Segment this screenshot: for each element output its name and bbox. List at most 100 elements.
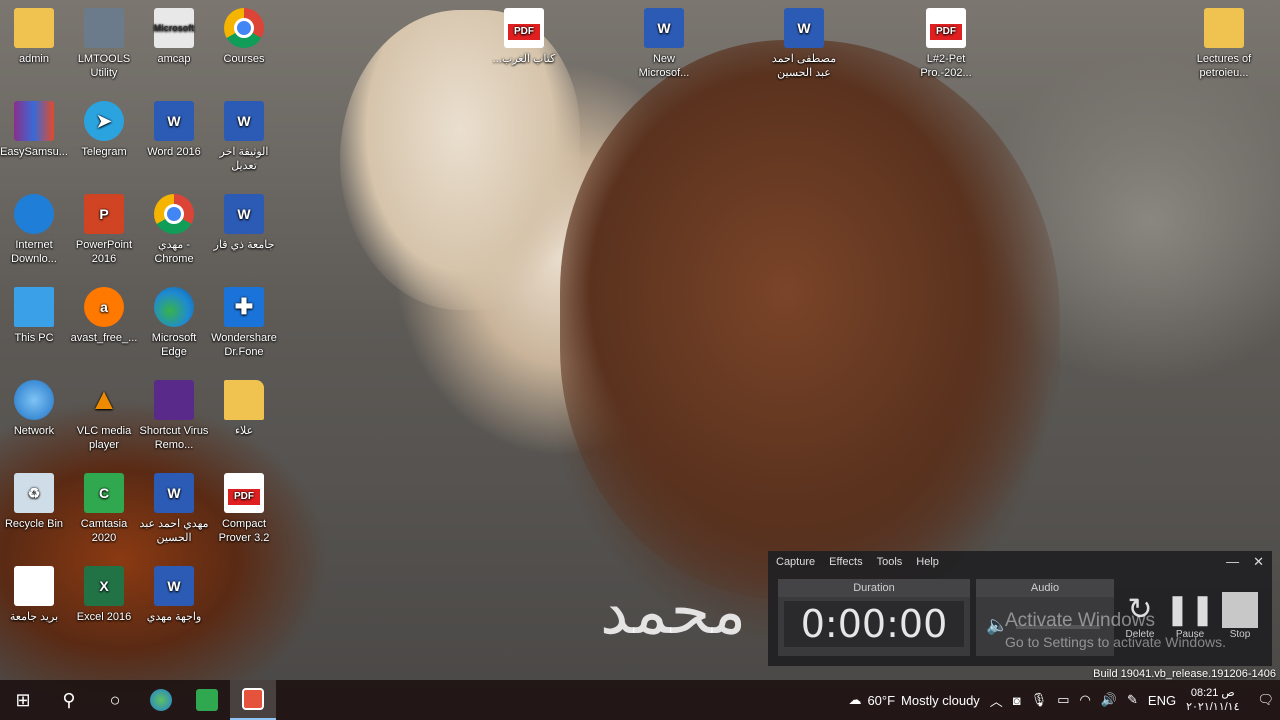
word-icon: W bbox=[154, 473, 194, 513]
wifi-icon[interactable]: ◠ bbox=[1079, 692, 1090, 708]
microphone-icon[interactable]: 🎙 bbox=[1031, 692, 1048, 708]
desktop-icon[interactable]: LMTOOLS Utility bbox=[69, 8, 139, 80]
document-icon bbox=[14, 566, 54, 606]
desktop-icon[interactable]: ▲ VLC media player bbox=[69, 380, 139, 452]
taskbar-recorder[interactable] bbox=[230, 680, 276, 720]
search-icon: ⚲ bbox=[62, 689, 76, 710]
icon-glyph: a bbox=[100, 299, 108, 315]
desktop-icon-label: This PC bbox=[14, 332, 54, 344]
menu-tools[interactable]: Tools bbox=[877, 556, 903, 568]
search-button[interactable]: ⚲ bbox=[46, 680, 92, 720]
drfone-icon: ✚ bbox=[224, 287, 264, 327]
desktop-icon[interactable]: W مهدي احمد عبد الحسين bbox=[139, 473, 209, 545]
notification-icon[interactable]: 🗨 bbox=[1257, 692, 1274, 708]
desktop-icon[interactable]: ...كتاب الغرب bbox=[489, 8, 559, 66]
menu-effects[interactable]: Effects bbox=[829, 556, 862, 568]
icon-glyph: W bbox=[167, 113, 181, 129]
desktop-icon[interactable]: بريد جامعة bbox=[0, 566, 69, 624]
desktop-icon-label: admin bbox=[19, 53, 49, 65]
vlc-icon: ▲ bbox=[84, 380, 124, 420]
taskbar-camtasia[interactable] bbox=[184, 680, 230, 720]
weather-text: Mostly cloudy bbox=[901, 692, 980, 708]
taskbar-internet-download[interactable] bbox=[138, 680, 184, 720]
desktop-icon[interactable]: ➤ Telegram bbox=[69, 101, 139, 159]
desktop-icon[interactable]: ✚ Wondershare Dr.Fone bbox=[209, 287, 279, 359]
recorder-menu-bar: Capture Effects Tools Help — ✕ bbox=[768, 551, 1272, 573]
desktop-icon[interactable]: W جامعة ذي قار bbox=[209, 194, 279, 252]
desktop-icon[interactable]: W Word 2016 bbox=[139, 101, 209, 159]
desktop-icon[interactable]: ♻ Recycle Bin bbox=[0, 473, 69, 531]
minimize-icon[interactable]: — bbox=[1226, 554, 1239, 570]
clock[interactable]: 08:21 ص ٢٠٢١/١١/١٤ bbox=[1186, 686, 1239, 714]
desktop-icon-label: Lectures of petroieu... bbox=[1196, 53, 1252, 79]
duration-panel: Duration 0:00:00 bbox=[778, 579, 970, 656]
desktop-icon[interactable]: علاء bbox=[209, 380, 279, 438]
icon-glyph: W bbox=[167, 485, 181, 501]
desktop-icon[interactable]: W مصطفى احمد عبد الحسين bbox=[769, 8, 839, 80]
desktop-icon[interactable]: X Excel 2016 bbox=[69, 566, 139, 624]
winrar-icon bbox=[14, 101, 54, 141]
desktop-icon-label: Courses bbox=[223, 53, 265, 65]
menu-help[interactable]: Help bbox=[916, 556, 939, 568]
cortana-button[interactable]: ○ bbox=[92, 680, 138, 720]
desktop-icon[interactable]: Microsoft amcap bbox=[139, 8, 209, 66]
desktop-icon[interactable]: W الوثيقة اخر تعديل bbox=[209, 101, 279, 173]
icon-glyph: ➤ bbox=[96, 111, 112, 131]
desktop-icon[interactable]: EasySamsu... bbox=[0, 101, 69, 159]
desktop-icon[interactable]: Microsoft Edge bbox=[139, 287, 209, 359]
start-button[interactable]: ⊞ bbox=[0, 680, 46, 720]
language-indicator[interactable]: ENG bbox=[1148, 693, 1176, 708]
pen-icon[interactable]: ✎ bbox=[1127, 692, 1138, 708]
desktop-icon-label: Telegram bbox=[81, 146, 127, 158]
shortcut-virus-icon bbox=[154, 380, 194, 420]
battery-icon[interactable]: ▭ bbox=[1057, 692, 1069, 708]
weather-temp: 60°F bbox=[867, 692, 896, 708]
folder-icon bbox=[1204, 8, 1244, 48]
volume-icon[interactable]: 🔊 bbox=[1101, 692, 1117, 708]
internet-download-icon bbox=[150, 689, 172, 711]
desktop-icon-label: Compact Prover 3.2 bbox=[218, 518, 270, 544]
desktop-icon-label: Internet Downlo... bbox=[11, 239, 57, 265]
excel-icon: X bbox=[84, 566, 124, 606]
menu-capture[interactable]: Capture bbox=[776, 556, 815, 568]
desktop-icon-label: ...كتاب الغرب bbox=[492, 53, 556, 65]
desktop-icon[interactable]: C Camtasia 2020 bbox=[69, 473, 139, 545]
stop-button[interactable]: Stop bbox=[1220, 591, 1260, 640]
desktop-icon[interactable]: Internet Downlo... bbox=[0, 194, 69, 266]
desktop-icon[interactable]: مهدي - Chrome bbox=[139, 194, 209, 266]
desktop-icon-label: علاء bbox=[234, 425, 254, 437]
close-icon[interactable]: ✕ bbox=[1253, 554, 1264, 570]
desktop-icon[interactable]: L#2-Pet Pro.-202... bbox=[911, 8, 981, 80]
word-icon: W bbox=[784, 8, 824, 48]
duration-timer: 0:00:00 bbox=[784, 601, 964, 647]
desktop-icon[interactable]: Network bbox=[0, 380, 69, 438]
wallpaper-robe-dark bbox=[560, 40, 1060, 600]
powerpoint-icon: P bbox=[84, 194, 124, 234]
icon-glyph: W bbox=[797, 20, 811, 36]
chevron-up-icon[interactable]: ︿ bbox=[990, 691, 1003, 710]
desktop-icon[interactable]: W واجهة مهدي bbox=[139, 566, 209, 624]
icon-glyph: ▲ bbox=[89, 383, 119, 416]
cortana-icon: ○ bbox=[109, 689, 121, 710]
word-icon: W bbox=[154, 101, 194, 141]
icon-glyph: X bbox=[99, 578, 109, 594]
internet-download-icon bbox=[14, 194, 54, 234]
icon-glyph: P bbox=[99, 206, 109, 222]
desktop-icon[interactable]: Compact Prover 3.2 bbox=[209, 473, 279, 545]
desktop-icon-label: Shortcut Virus Remo... bbox=[139, 425, 209, 451]
weather-widget[interactable]: ☁ 60°F Mostly cloudy bbox=[848, 692, 979, 708]
desktop-icon[interactable]: a avast_free_... bbox=[69, 287, 139, 345]
desktop-icon[interactable]: P PowerPoint 2016 bbox=[69, 194, 139, 266]
desktop-icon[interactable]: Shortcut Virus Remo... bbox=[139, 380, 209, 452]
camera-icon[interactable]: ◙ bbox=[1013, 693, 1021, 708]
clock-date: ٢٠٢١/١١/١٤ bbox=[1186, 701, 1240, 713]
desktop-icon[interactable]: Lectures of petroieu... bbox=[1189, 8, 1259, 80]
word-icon: W bbox=[644, 8, 684, 48]
desktop-icon[interactable]: admin bbox=[0, 8, 69, 66]
icon-glyph: W bbox=[657, 20, 671, 36]
window-controls: — ✕ bbox=[1226, 554, 1264, 570]
desktop-icon[interactable]: W New Microsof... bbox=[629, 8, 699, 80]
desktop-icon-label: Excel 2016 bbox=[76, 611, 132, 623]
desktop-icon[interactable]: Courses bbox=[209, 8, 279, 66]
desktop-icon[interactable]: This PC bbox=[0, 287, 69, 345]
